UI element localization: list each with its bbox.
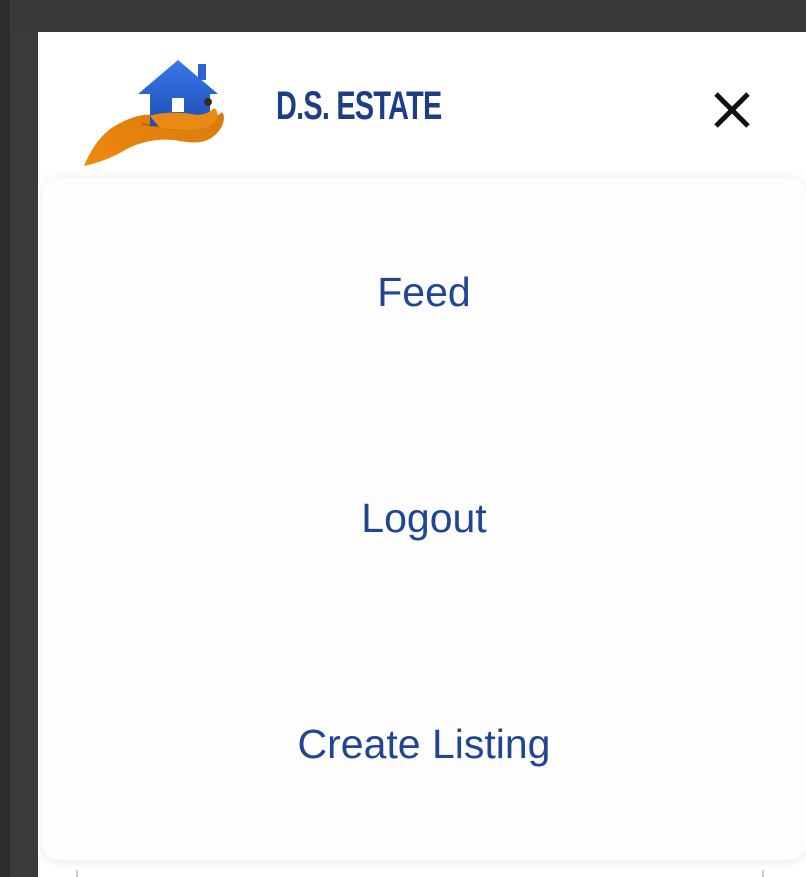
window-frame-top <box>0 0 806 32</box>
menu-item-feed[interactable]: Feed <box>42 262 806 322</box>
nav-menu: Feed Logout Create Listing <box>42 178 806 860</box>
header: D.S. ESTATE <box>38 32 806 180</box>
brand-name[interactable]: D.S. ESTATE <box>276 84 442 129</box>
close-button[interactable] <box>706 84 758 136</box>
window-frame-left <box>0 0 10 877</box>
content-border-left <box>76 870 78 877</box>
menu-item-create-listing[interactable]: Create Listing <box>42 714 806 774</box>
logo-icon <box>84 60 224 166</box>
page: D.S. ESTATE Feed Logout Create Listing <box>38 32 806 877</box>
house-in-hand-logo[interactable] <box>82 46 232 170</box>
content-border-right <box>762 870 764 877</box>
close-icon <box>714 92 750 128</box>
menu-item-logout[interactable]: Logout <box>42 488 806 548</box>
